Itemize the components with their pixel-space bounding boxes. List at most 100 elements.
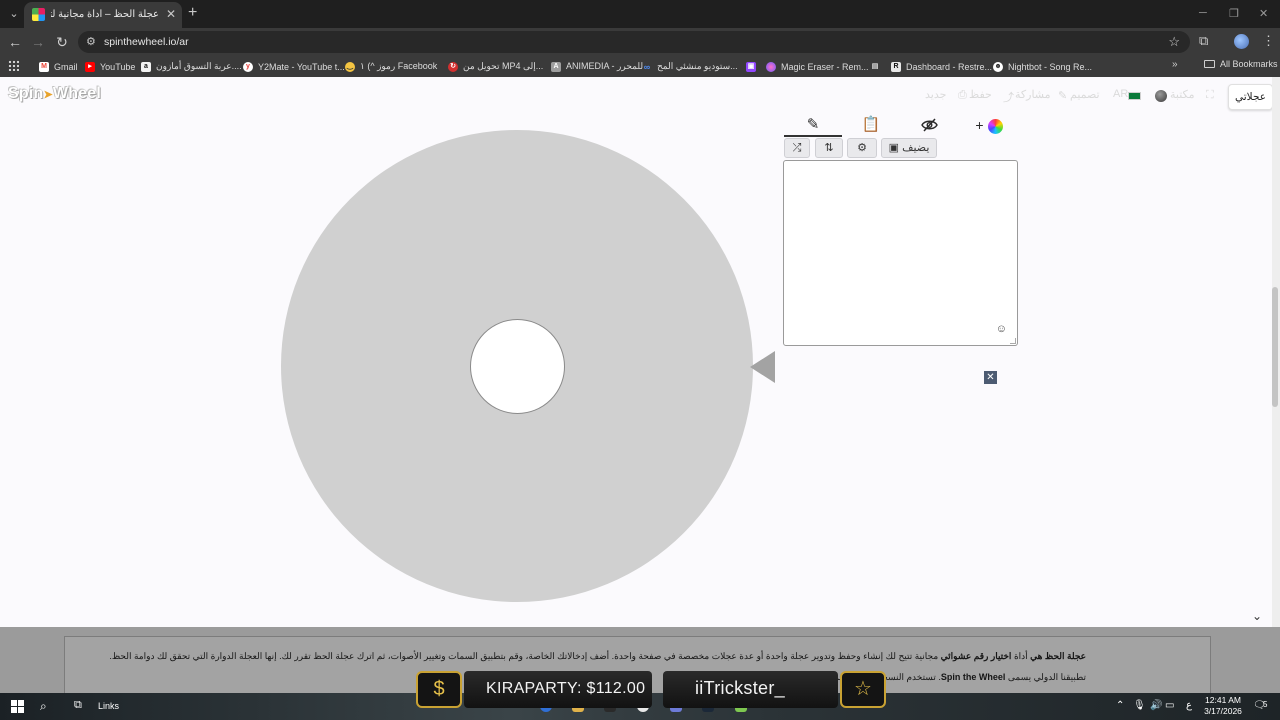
more-bookmarks-chevron-icon[interactable]: » [1172, 59, 1178, 70]
tab-close-icon[interactable]: ✕ [166, 7, 176, 21]
nav-language[interactable]: AR [1113, 88, 1128, 100]
gallery-icon [1155, 90, 1167, 102]
bookmark-magic-eraser[interactable]: Magic Eraser - Rem... [766, 59, 869, 74]
browser-tabstrip: ⌄ عجلة الحظ – أداة مجانية لتدوير ال... ✕… [0, 0, 1280, 28]
all-bookmarks-button[interactable]: All Bookmarks [1204, 59, 1278, 69]
profile-avatar[interactable] [1234, 34, 1249, 49]
input-language[interactable]: ع [1186, 700, 1192, 711]
tab-results[interactable]: 📋 [842, 113, 900, 137]
links-toolbar[interactable]: Links [98, 701, 119, 711]
bookmark-label: YouTube [100, 61, 136, 72]
nav-save[interactable]: حفظ [969, 88, 992, 101]
browser-tab-active[interactable]: عجلة الحظ – أداة مجانية لتدوير ال... ✕ [24, 2, 182, 28]
tab-search-chevron-icon[interactable]: ⌄ [6, 6, 22, 22]
fullscreen-icon[interactable]: ⛶ [1206, 89, 1214, 102]
logo-text-right: Wheel [52, 85, 102, 102]
back-button[interactable]: ← [6, 33, 24, 51]
clock-date: 3/17/2026 [1204, 706, 1242, 716]
bookmark-label: Nightbot - Song Re... [1008, 61, 1093, 72]
extensions-icon[interactable]: ⧉ [1199, 34, 1208, 48]
follower-widget: iiTrickster_ [663, 671, 838, 708]
saudi-flag-icon[interactable] [1128, 92, 1141, 100]
bookmark-twitch[interactable]: ▣ [746, 59, 756, 74]
resize-handle[interactable] [1010, 338, 1016, 344]
page-scrollbar[interactable] [1272, 77, 1280, 627]
ai-button[interactable]: ⚙ [847, 138, 877, 158]
bookmark-extension[interactable]: ▤ [870, 59, 880, 74]
entries-panel-tabs: ✎ 📋 + [784, 113, 1018, 137]
folder-icon [1204, 60, 1215, 68]
bookmark-animedia[interactable]: A ANIMEDIA - للمحرر [551, 59, 643, 74]
shuffle-button[interactable]: ⤮ [784, 138, 810, 158]
star-icon: ☆ [840, 671, 886, 708]
bookmark-mp4-converter[interactable]: ↻ تحويل من MP4 إلى... [448, 59, 543, 74]
sort-icon: ⇅ [824, 142, 834, 154]
desc-text: مجانية تتيح لك إنشاء وحفظ وتدوير عجلة وا… [109, 651, 941, 661]
nav-gallery[interactable]: مكتبة [1170, 88, 1195, 101]
scrollbar-thumb[interactable] [1272, 287, 1278, 407]
wheel-center-hub[interactable] [470, 319, 565, 414]
close-window-icon[interactable]: ✕ [1259, 7, 1268, 20]
desc-text: أداة [1011, 651, 1031, 661]
tab-title: عجلة الحظ – أداة مجانية لتدوير ال... [51, 9, 159, 20]
site-logo[interactable]: Spin➤Wheel [8, 85, 101, 103]
volume-icon[interactable]: 🔊 [1150, 700, 1162, 711]
address-bar[interactable]: ⚙ spinthewheel.io/ar ☆ [78, 31, 1190, 53]
bookmark-label: Y2Mate - YouTube t... [258, 61, 345, 72]
reload-button[interactable]: ↻ [53, 33, 71, 51]
desc-text: تطبيقنا الدولي يسمى [1005, 672, 1086, 682]
restore-icon[interactable]: ❐ [1229, 7, 1239, 20]
taskbar-clock[interactable]: 12:41 AM 3/17/2026 [1200, 695, 1246, 717]
url-text: spinthewheel.io/ar [104, 36, 189, 48]
entries-textarea[interactable]: ☺ [783, 160, 1018, 346]
bookmark-amazon-cart[interactable]: a عربة التسوق أمازون.... [141, 59, 242, 74]
nav-new[interactable]: جديد [925, 88, 946, 101]
bookmark-youtube[interactable]: ▸ YouTube [85, 59, 135, 74]
desc-bold-phrase: اختيار رقم عشوائي [940, 651, 1012, 661]
my-wheels-button[interactable]: عجلاتي [1228, 84, 1273, 110]
chevron-down-icon[interactable]: ⌄ [1252, 609, 1262, 623]
all-bookmarks-label: All Bookmarks [1220, 59, 1278, 69]
browser-menu-icon[interactable]: ⋮ [1262, 34, 1275, 48]
twitch-icon: ▣ [746, 61, 756, 72]
eye-slash-icon [920, 118, 938, 132]
microphone-icon[interactable]: 🎙 [1133, 700, 1146, 711]
restream-icon: R [891, 61, 901, 72]
desc-bold-app: Spin the Wheel [940, 672, 1006, 682]
new-tab-button[interactable]: + [188, 5, 197, 21]
bookmark-facebook-emoji[interactable]: ‿ رموز ^) ١ Facebook [345, 59, 437, 74]
y2mate-icon: y [243, 61, 253, 72]
magic-eraser-icon [766, 61, 776, 72]
minimize-icon[interactable]: ─ [1199, 7, 1207, 19]
nav-customize[interactable]: تصميم [1070, 88, 1100, 101]
bookmark-label: Magic Eraser - Rem... [781, 61, 869, 72]
windows-start-icon[interactable] [11, 700, 24, 713]
network-icon[interactable]: ▭ [1165, 700, 1174, 711]
sort-button[interactable]: ⇅ [815, 138, 843, 158]
site-info-icon[interactable]: ⚙ [86, 35, 96, 48]
forward-button[interactable]: → [29, 33, 47, 51]
plus-icon: + [975, 117, 984, 133]
bookmark-restream[interactable]: R Dashboard - Restre... [891, 59, 992, 74]
tab-add-wheel[interactable]: + [960, 113, 1018, 137]
close-ad-icon[interactable]: ✕ [984, 371, 997, 384]
bookmark-creator-studio[interactable]: ∞ ستوديو منشئي المح... [642, 59, 738, 74]
task-view-icon[interactable]: ⧉ [74, 699, 82, 712]
tab-hidden[interactable] [900, 113, 958, 137]
bookmark-y2mate[interactable]: y Y2Mate - YouTube t... [243, 59, 345, 74]
gmail-icon: M [39, 61, 49, 72]
bookmark-gmail[interactable]: M Gmail [39, 59, 78, 74]
donation-widget: KIRAPARTY: $112.00 [464, 671, 652, 708]
ai-gear-icon: ⚙ [857, 142, 867, 154]
tray-expand-icon[interactable]: ⌃ [1116, 700, 1124, 711]
smiley-icon[interactable]: ☺ [996, 323, 1007, 335]
add-image-button[interactable]: ▣ يضيف [881, 138, 937, 158]
bookmark-label: رموز ^) ١ Facebook [360, 61, 438, 71]
tab-edit-entries[interactable]: ✎ [784, 113, 842, 137]
search-icon[interactable]: ⌕ [40, 699, 47, 714]
nav-share[interactable]: مشاركة [1015, 88, 1051, 101]
apps-grid-icon[interactable] [8, 60, 19, 71]
bookmark-nightbot[interactable]: ☻ Nightbot - Song Re... [993, 59, 1092, 74]
emoji-face-icon: ‿ [345, 61, 355, 72]
bookmark-star-icon[interactable]: ☆ [1168, 34, 1180, 50]
